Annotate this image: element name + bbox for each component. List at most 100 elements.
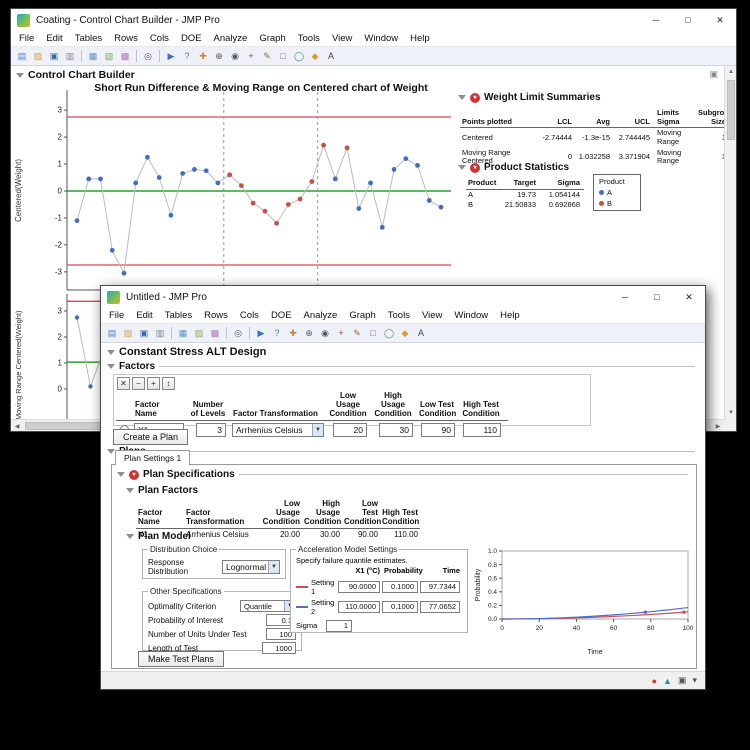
menu-tables[interactable]: Tables [159, 309, 198, 322]
cursor-tool-icon[interactable]: ▶ [164, 49, 178, 63]
status-menu-caret-icon[interactable]: ▾ [692, 675, 697, 686]
levels-input[interactable]: 3 [196, 423, 226, 437]
cursor-tool-icon[interactable]: ▶ [254, 326, 268, 340]
hand-tool-icon[interactable]: ✚ [286, 326, 300, 340]
script-window-icon[interactable]: ▧ [102, 49, 116, 63]
outline-factors[interactable]: Factors [107, 361, 695, 372]
home-window-icon[interactable]: ▩ [208, 326, 222, 340]
scroll-up-icon[interactable]: ▲ [725, 66, 736, 78]
setting1-probability-input[interactable]: 0.1000 [382, 581, 418, 593]
menu-rows[interactable]: Rows [198, 309, 234, 322]
script-window-icon[interactable]: ▧ [192, 326, 206, 340]
make-test-plans-button[interactable]: Make Test Plans [138, 651, 224, 667]
help-tool-icon[interactable]: ? [270, 326, 284, 340]
close-button[interactable]: ✕ [704, 9, 736, 31]
maximize-button[interactable]: □ [641, 286, 673, 308]
low-usage-input[interactable]: 20 [333, 423, 367, 437]
menu-file[interactable]: File [13, 32, 40, 45]
low-test-input[interactable]: 90 [421, 423, 455, 437]
response-distribution-select[interactable]: Lognormal▼ [222, 560, 280, 574]
journal-icon[interactable]: ▦ [176, 326, 190, 340]
crosshair-tool-icon[interactable]: + [244, 49, 258, 63]
length-of-test-input[interactable]: 1000 [262, 642, 296, 654]
menu-help[interactable]: Help [404, 32, 436, 45]
magnifier-tool-icon[interactable]: ⊕ [212, 49, 226, 63]
outline-plan-model[interactable]: Plan Model [126, 531, 191, 542]
hand-tool-icon[interactable]: ✚ [196, 49, 210, 63]
reorder-factor-button[interactable]: ↕ [162, 377, 175, 390]
scroll-down-icon[interactable]: ▼ [725, 407, 736, 419]
menu-view[interactable]: View [416, 309, 448, 322]
failure-probability-plot[interactable]: 1.00.80.60.40.20.0020406080100TimeProbab… [472, 545, 694, 657]
log-status-icon[interactable]: ● [652, 676, 657, 686]
menu-edit[interactable]: Edit [40, 32, 68, 45]
search-icon[interactable]: ◎ [231, 326, 245, 340]
menu-cols[interactable]: Cols [144, 32, 175, 45]
add-factor-button[interactable]: + [147, 377, 160, 390]
create-plan-button[interactable]: Create a Plan [113, 429, 188, 445]
save-icon[interactable]: ▣ [137, 326, 151, 340]
menu-window[interactable]: Window [358, 32, 404, 45]
report-title-header[interactable]: Constant Stress ALT Design [107, 346, 266, 358]
open-icon[interactable]: ▨ [121, 326, 135, 340]
magnifier-tool-icon[interactable]: ⊕ [302, 326, 316, 340]
menu-tools[interactable]: Tools [292, 32, 326, 45]
lasso-tool-icon[interactable]: ◯ [292, 49, 306, 63]
high-test-input[interactable]: 110 [463, 423, 501, 437]
menu-tools[interactable]: Tools [382, 309, 416, 322]
lasso-tool-icon[interactable]: ◯ [382, 326, 396, 340]
new-table-icon[interactable]: ▤ [105, 326, 119, 340]
remove-factor-button[interactable]: ✕ [117, 377, 130, 390]
eraser-tool-icon[interactable]: □ [366, 326, 380, 340]
search-icon[interactable]: ◎ [141, 49, 155, 63]
updates-status-icon[interactable]: ▲ [663, 676, 672, 686]
menu-help[interactable]: Help [494, 309, 526, 322]
menu-file[interactable]: File [103, 309, 130, 322]
menu-view[interactable]: View [326, 32, 358, 45]
zoom-tool-icon[interactable]: ◉ [318, 326, 332, 340]
home-window-icon[interactable]: ▩ [118, 49, 132, 63]
pencil-tool-icon[interactable]: ✎ [350, 326, 364, 340]
eraser-tool-icon[interactable]: □ [276, 49, 290, 63]
zoom-tool-icon[interactable]: ◉ [228, 49, 242, 63]
menu-doe[interactable]: DOE [175, 32, 208, 45]
transformation-select[interactable]: Arrhenius Celsius▼ [232, 423, 324, 437]
menu-graph[interactable]: Graph [253, 32, 291, 45]
legend-item[interactable]: A [599, 188, 635, 197]
red-triangle-menu-icon[interactable]: ▾ [470, 93, 480, 103]
window-list-icon[interactable]: ▣ [678, 675, 687, 686]
print-icon[interactable]: ▥ [153, 326, 167, 340]
setting2-x-input[interactable]: 110.0000 [338, 601, 380, 613]
close-button[interactable]: ✕ [673, 286, 705, 308]
outline-plan-specifications[interactable]: ▾ Plan Specifications [117, 469, 688, 480]
tab-plan-settings-1[interactable]: Plan Settings 1 [115, 450, 190, 466]
front-titlebar[interactable]: Untitled - JMP Pro ─ □ ✕ [101, 286, 705, 308]
sigma-input[interactable]: 1 [326, 620, 352, 632]
annotate-tool-icon[interactable]: A [324, 49, 338, 63]
outline-plan-factors[interactable]: Plan Factors [126, 485, 198, 496]
new-table-icon[interactable]: ▤ [15, 49, 29, 63]
setting1-x-input[interactable]: 90.0000 [338, 581, 380, 593]
help-tool-icon[interactable]: ? [180, 49, 194, 63]
save-icon[interactable]: ▣ [47, 49, 61, 63]
menu-cols[interactable]: Cols [234, 309, 265, 322]
back-titlebar[interactable]: Coating - Control Chart Builder - JMP Pr… [11, 9, 736, 31]
scroll-right-icon[interactable]: ▶ [712, 420, 724, 431]
journal-icon[interactable]: ▦ [86, 49, 100, 63]
menu-edit[interactable]: Edit [130, 309, 158, 322]
control-chart-plot[interactable]: 3210-1-2-3 [31, 84, 459, 300]
menu-doe[interactable]: DOE [265, 309, 298, 322]
outline-product-statistics[interactable]: ▾ Product Statistics [458, 162, 569, 173]
menu-analyze[interactable]: Analyze [208, 32, 254, 45]
brush-tool-icon[interactable]: ◆ [308, 49, 322, 63]
vertical-scrollbar[interactable]: ▲ ▼ [724, 66, 736, 419]
minimize-button[interactable]: ─ [640, 9, 672, 31]
menu-window[interactable]: Window [448, 309, 494, 322]
outline-node-control-chart-builder[interactable]: Control Chart Builder [16, 69, 135, 81]
red-triangle-menu-icon[interactable]: ▾ [470, 163, 480, 173]
annotate-tool-icon[interactable]: A [414, 326, 428, 340]
outline-weight-limit-summaries[interactable]: ▾ Weight Limit Summaries [458, 92, 601, 103]
outline-plans[interactable]: Plans [107, 446, 695, 457]
optimality-criterion-select[interactable]: Quantile▼ [240, 600, 296, 612]
red-triangle-menu-icon[interactable]: ▾ [129, 470, 139, 480]
